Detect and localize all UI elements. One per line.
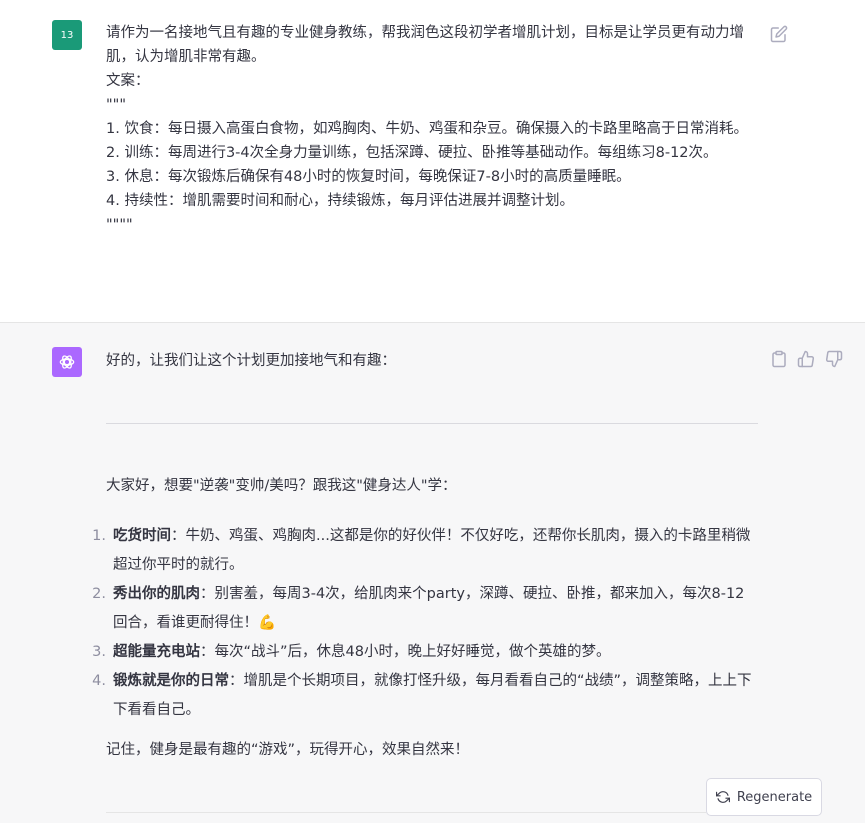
list-item-text: ：每次“战斗”后，休息48小时，晚上好好睡觉，做个英雄的梦。 <box>200 644 611 660</box>
user-line: """ <box>106 97 127 113</box>
assistant-greeting: 大家好，想要"逆袭"变帅/美吗？跟我这"健身达人"学： <box>106 478 457 494</box>
list-number: 3. <box>92 644 106 660</box>
user-avatar-text: 13 <box>60 29 74 41</box>
list-item-title: 锻炼就是你的日常 <box>113 673 229 689</box>
list-item: 2. 秀出你的肌肉：别害羞，每周3-4次，给肌肉来个party，深蹲、硬拉、卧推… <box>88 580 758 638</box>
content-divider <box>106 423 758 424</box>
list-item-title: 秀出你的肌肉 <box>113 586 200 602</box>
regenerate-label: Regenerate <box>736 789 813 805</box>
user-line: 2. 训练：每周进行3-4次全身力量训练，包括深蹲、硬拉、卧推等基础动作。每组练… <box>106 145 718 161</box>
list-item: 4. 锻炼就是你的日常：增肌是个长期项目，就像打怪升级，每月看看自己的“战绩”，… <box>88 667 758 725</box>
plan-list: 1. 吃货时间：牛奶、鸡蛋、鸡胸肉...这都是你的好伙伴！不仅好吃，还帮你长肌肉… <box>88 522 758 725</box>
regenerate-button[interactable]: Regenerate <box>706 778 822 816</box>
list-number: 2. <box>92 586 106 602</box>
user-line: """" <box>106 217 133 233</box>
assistant-intro: 好的，让我们让这个计划更加接地气和有趣： <box>106 353 396 369</box>
list-number: 1. <box>92 528 106 544</box>
thumbs-down-icon[interactable] <box>825 350 843 368</box>
list-item-title: 吃货时间 <box>113 528 171 544</box>
list-item-title: 超能量充电站 <box>113 644 200 660</box>
user-line: 1. 饮食：每日摄入高蛋白食物，如鸡胸肉、牛奶、鸡蛋和杂豆。确保摄入的卡路里略高… <box>106 121 748 137</box>
user-avatar: 13 <box>52 20 82 50</box>
user-line: 4. 持续性：增肌需要时间和耐心，持续锻炼，每月评估进展并调整计划。 <box>106 193 574 209</box>
assistant-outro: 记住，健身是最有趣的“游戏”，玩得开心，效果自然来！ <box>106 742 470 758</box>
openai-logo-icon <box>52 347 82 377</box>
clipboard-icon[interactable] <box>770 350 788 368</box>
list-item-text: ：牛奶、鸡蛋、鸡胸肉...这都是你的好伙伴！不仅好吃，还帮你长肌肉，摄入的卡路里… <box>113 528 751 573</box>
list-item-text: ：别害羞，每周3-4次，给肌肉来个party，深蹲、硬拉、卧推，都来加入，每次8… <box>113 586 745 631</box>
refresh-icon <box>715 791 730 803</box>
list-item: 3. 超能量充电站：每次“战斗”后，休息48小时，晚上好好睡觉，做个英雄的梦。 <box>88 638 758 667</box>
list-item: 1. 吃货时间：牛奶、鸡蛋、鸡胸肉...这都是你的好伙伴！不仅好吃，还帮你长肌肉… <box>88 522 758 580</box>
user-line: 3. 休息：每次锻炼后确保有48小时的恢复时间，每晚保证7-8小时的高质量睡眠。 <box>106 169 631 185</box>
composer-top-border <box>106 812 706 813</box>
user-message: 13 请作为一名接地气且有趣的专业健身教练，帮我润色这段初学者增肌计划，目标是让… <box>0 0 865 323</box>
edit-icon[interactable] <box>770 25 788 43</box>
user-line: 请作为一名接地气且有趣的专业健身教练，帮我润色这段初学者增肌计划，目标是让学员更… <box>106 25 744 65</box>
list-number: 4. <box>92 673 106 689</box>
thumbs-up-icon[interactable] <box>797 350 815 368</box>
user-line: 文案： <box>106 73 150 89</box>
user-message-text: 请作为一名接地气且有趣的专业健身教练，帮我润色这段初学者增肌计划，目标是让学员更… <box>106 21 761 237</box>
